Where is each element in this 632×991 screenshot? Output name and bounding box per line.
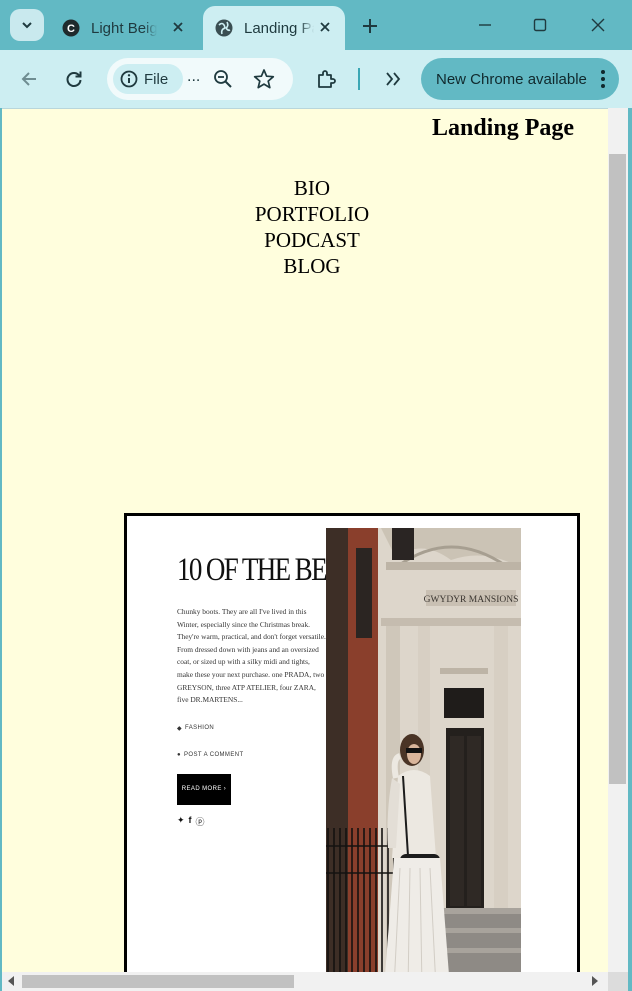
scroll-right-arrow-icon[interactable] [592,976,598,986]
hero-read-more: READ MORE › [177,773,231,805]
hero-photo: GWYDYR MANSIONS [326,528,521,972]
new-tab-button[interactable] [356,13,384,39]
vertical-scrollbar[interactable] [608,108,628,972]
page-title: Landing Page [431,115,574,141]
update-chrome-label: New Chrome available [436,70,587,88]
browser-toolbar: File ... New Chrome available [0,50,632,108]
tab-landing-page[interactable]: Landing Page [203,6,345,50]
chevron-down-icon [22,22,32,29]
vertical-scroll-thumb[interactable] [609,154,626,784]
zoom-out-icon [214,70,232,88]
close-tab-button[interactable] [315,17,335,37]
reload-button[interactable] [59,64,89,94]
tab-strip: C Light Beige Landing Page [0,0,632,50]
maximize-button[interactable] [520,10,560,40]
horizontal-scroll-thumb[interactable] [22,975,294,988]
puzzle-icon [318,70,336,88]
hero-excerpt: Chunky boots. They are all I've lived in… [177,607,326,705]
site-nav: BIO PORTFOLIO PODCAST BLOG [2,175,608,279]
reload-icon [66,71,82,87]
tab-title: Light Beige [91,19,157,37]
bookmark-button[interactable] [253,68,275,95]
hero-social-icons: ✦ f ⓟ [177,815,327,828]
tab-search-button[interactable] [10,9,44,41]
facebook-icon: f [188,814,192,825]
zoom-button[interactable] [213,69,233,94]
star-icon [253,69,275,89]
window-border-right [628,108,632,991]
nav-link-podcast[interactable]: PODCAST [2,227,608,253]
update-chrome-button[interactable]: New Chrome available [421,58,619,100]
nav-link-portfolio[interactable]: PORTFOLIO [2,201,608,227]
tab-title: Landing Page [244,19,314,37]
page-viewport: Landing Page BIO PORTFOLIO PODCAST BLOG … [2,108,608,972]
kebab-menu-icon[interactable] [600,69,606,89]
hero-comment: ● POST A COMMENT [177,752,327,758]
hero-comment-label: POST A COMMENT [184,751,244,758]
back-button[interactable] [14,64,44,94]
hero-heading: 10 OF THE BEST [177,552,356,588]
building-sign: GWYDYR MANSIONS [424,595,519,605]
twitter-icon: ✦ [177,814,185,825]
pinterest-icon: ⓟ [195,816,205,827]
info-icon [120,70,138,88]
extensions-button[interactable] [312,64,342,94]
plus-icon [363,19,377,33]
address-bar[interactable]: File ... [107,58,293,100]
comment-icon: ● [177,751,182,758]
close-icon [320,22,330,32]
nav-link-bio[interactable]: BIO [2,175,608,201]
more-tools-button[interactable] [378,64,408,94]
close-tab-button[interactable] [168,17,188,37]
c-circle-icon: C [62,19,80,37]
chevrons-right-icon [386,72,401,86]
maximize-icon [533,18,547,32]
close-window-button[interactable] [578,10,618,40]
hero-category-label: FASHION [185,725,215,732]
tag-icon: ◆ [177,725,183,732]
address-ellipsis: ... [187,68,201,85]
scrollbar-corner [608,972,628,991]
arrow-left-icon [21,72,36,86]
nav-link-blog[interactable]: BLOG [2,253,608,279]
site-info-label: File [144,70,169,88]
close-icon [591,18,605,32]
site-info-chip[interactable]: File [113,64,183,94]
globe-icon [215,19,233,37]
tab-light-beige[interactable]: C Light Beige [50,6,198,50]
toolbar-separator [358,68,360,90]
hero-text-block: 10 OF THE BEST Chunky boots. They are al… [177,552,356,828]
horizontal-scrollbar[interactable] [2,972,608,991]
close-icon [173,22,183,32]
minimize-button[interactable] [465,10,505,40]
minimize-icon [479,24,491,26]
scroll-left-arrow-icon[interactable] [8,976,14,986]
svg-text:C: C [67,23,75,35]
hero-image: 10 OF THE BEST Chunky boots. They are al… [124,513,580,972]
hero-category: ◆ FASHION [177,725,327,732]
